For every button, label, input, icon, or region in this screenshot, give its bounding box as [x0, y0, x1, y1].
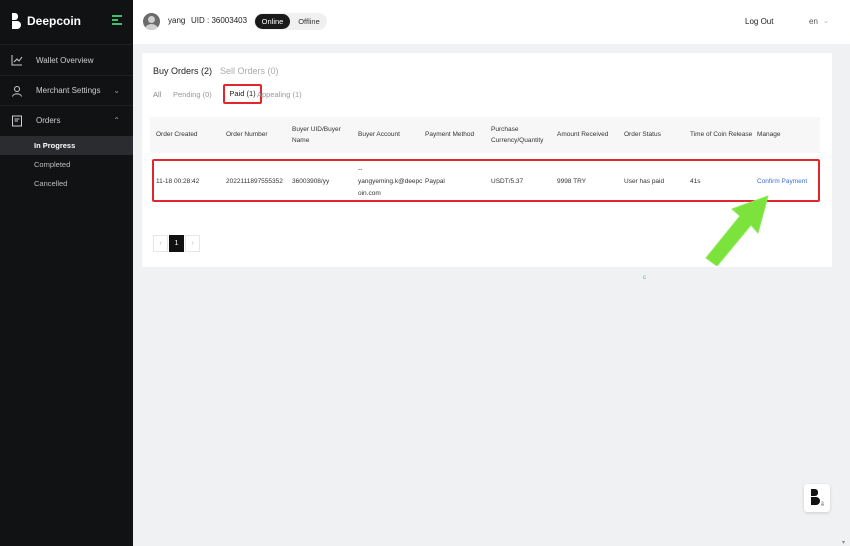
- next-page-button[interactable]: ›: [185, 235, 200, 252]
- cell-payment-method: Paypal: [425, 178, 445, 185]
- page-button-current[interactable]: 1: [169, 235, 184, 252]
- sidebar-item-wallet-overview[interactable]: Wallet Overview: [0, 45, 133, 75]
- chevron-down-icon: ⌄: [113, 86, 120, 95]
- tab-sell-orders[interactable]: Sell Orders (0): [220, 66, 279, 76]
- sidebar-item-label: Wallet Overview: [36, 55, 94, 65]
- tab-all[interactable]: All: [153, 90, 161, 99]
- table-header: Order Created Order Number Buyer UID/Buy…: [150, 117, 820, 153]
- annotation-arrow-icon: [705, 195, 769, 266]
- cell-buyer-account-cont: oin.com: [358, 190, 381, 197]
- deepcoin-float-button[interactable]: ⇩: [804, 484, 830, 512]
- cell-buyer-account-dash: --: [358, 166, 363, 173]
- offline-button[interactable]: Offline: [292, 14, 326, 29]
- deepcoin-logo-icon: [811, 489, 818, 496]
- logout-link[interactable]: Log Out: [745, 17, 773, 26]
- menu-collapse-icon[interactable]: [112, 15, 122, 25]
- column-header: Order Status: [624, 131, 661, 138]
- cell-order-status: User has paid: [624, 178, 665, 185]
- cell-purchase: USDT/5.37: [491, 178, 524, 185]
- column-header: Amount Received: [557, 131, 609, 138]
- column-header: Time of Coin Release: [690, 131, 753, 138]
- order-type-tabs: Buy Orders (2) Sell Orders (0): [153, 66, 279, 76]
- username: yang: [168, 16, 186, 25]
- deepcoin-logo-icon: [12, 13, 22, 29]
- column-header: Manage: [757, 131, 781, 138]
- prev-page-button[interactable]: ‹: [153, 235, 168, 252]
- scroll-down-icon[interactable]: ▾: [842, 539, 845, 546]
- avatar[interactable]: [143, 13, 160, 30]
- sidebar-item-label: Merchant Settings: [36, 86, 101, 95]
- cell-coin-release-time: 41s: [690, 178, 701, 185]
- sidebar-item-merchant-settings[interactable]: Merchant Settings ⌄: [0, 75, 133, 105]
- cell-buyer-uid: 36003908/yy: [292, 178, 330, 185]
- download-icon: ⇩: [820, 502, 826, 508]
- cell-amount-received: 9998 TRY: [557, 178, 587, 185]
- user-icon: [11, 85, 23, 97]
- chart-icon: [11, 54, 23, 66]
- column-header: Order Number: [226, 131, 268, 138]
- chevron-up-icon: ⌃: [113, 116, 120, 125]
- sidebar-subitem-cancelled[interactable]: Cancelled: [0, 174, 133, 193]
- cell-buyer-account: yangyeming.k@deepc: [358, 178, 423, 185]
- column-header: Order Created: [156, 131, 198, 138]
- loading-indicator: c: [643, 275, 646, 281]
- online-button[interactable]: Online: [255, 14, 290, 29]
- tab-buy-orders[interactable]: Buy Orders (2): [153, 66, 212, 76]
- language-select[interactable]: en: [809, 17, 818, 26]
- sidebar-subitem-completed[interactable]: Completed: [0, 155, 133, 174]
- sidebar-subitem-in-progress[interactable]: In Progress: [0, 136, 133, 155]
- chevron-down-icon[interactable]: ⌄: [823, 17, 829, 25]
- brand[interactable]: Deepcoin: [12, 13, 81, 29]
- cell-order-number: 2022111897555352: [226, 178, 283, 185]
- brand-name: Deepcoin: [27, 14, 82, 28]
- sidebar-item-orders[interactable]: Orders ⌃: [0, 105, 133, 135]
- sidebar: Deepcoin Wallet Overview Merchant Settin…: [0, 0, 133, 546]
- column-header: Buyer UID/Buyer Name: [292, 126, 341, 144]
- column-header: Buyer Account: [358, 131, 400, 138]
- pagination: ‹ 1 ›: [153, 235, 200, 252]
- top-header: yang UID : 36003403 Online Offline Log O…: [133, 0, 850, 44]
- column-header: Purchase Currency/Quantity: [491, 126, 544, 144]
- document-icon: [11, 115, 23, 127]
- confirm-payment-link[interactable]: Confirm Payment: [757, 176, 807, 187]
- user-uid: UID : 36003403: [191, 16, 248, 25]
- tab-appealing[interactable]: Appealing (1): [257, 90, 302, 99]
- tab-pending[interactable]: Pending (0): [173, 90, 212, 99]
- sidebar-item-label: Orders: [36, 116, 61, 125]
- online-status-toggle: Online Offline: [254, 13, 327, 30]
- cell-order-created: 11-18 00:28:42: [156, 178, 200, 185]
- column-header: Payment Method: [425, 131, 475, 138]
